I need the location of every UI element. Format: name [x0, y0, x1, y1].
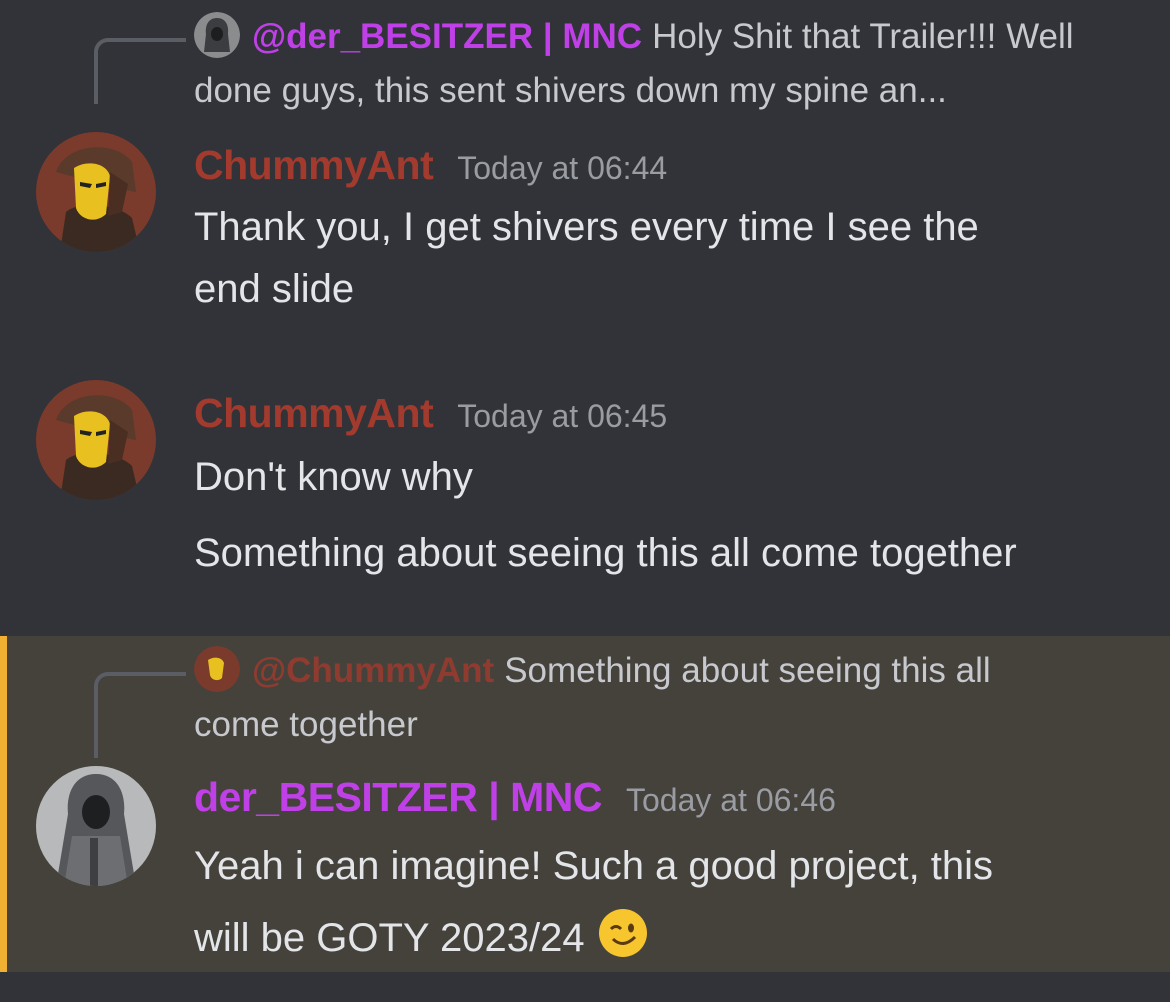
- masked-figure-avatar-icon: [36, 132, 156, 252]
- reply-preview[interactable]: @ChummyAnt Something about seeing this al…: [194, 644, 1130, 752]
- message-line: Thank you, I get shivers every time I se…: [194, 205, 979, 249]
- reply-connector: [94, 672, 186, 758]
- masked-figure-avatar-icon: [36, 380, 156, 500]
- message-header: der_BESITZER | MNC Today at 06:46: [194, 774, 836, 821]
- avatar[interactable]: [36, 380, 156, 500]
- message-line: end slide: [194, 267, 355, 311]
- masked-figure-avatar-icon: [194, 646, 240, 692]
- message-1[interactable]: @der_BESITZER | MNC Holy Shit that Traile…: [0, 0, 1170, 330]
- reply-mention[interactable]: @der_BESITZER | MNC: [252, 17, 642, 56]
- reply-mention[interactable]: @ChummyAnt: [252, 651, 494, 690]
- timestamp[interactable]: Today at 06:45: [457, 398, 667, 434]
- message-content: Thank you, I get shivers every time I se…: [194, 196, 979, 320]
- winking-face-emoji[interactable]: [597, 907, 649, 959]
- hooded-figure-avatar-icon: [36, 766, 156, 886]
- timestamp[interactable]: Today at 06:46: [626, 782, 836, 818]
- author-name[interactable]: der_BESITZER | MNC: [194, 774, 602, 820]
- message-content: Something about seeing this all come tog…: [194, 522, 1017, 584]
- message-line: Yeah i can imagine! Such a good project,…: [194, 844, 994, 888]
- reply-preview[interactable]: @der_BESITZER | MNC Holy Shit that Traile…: [194, 10, 1130, 118]
- message-line: Don't know why: [194, 455, 473, 499]
- message-line: will be GOTY 2023/24: [194, 916, 585, 960]
- avatar[interactable]: [36, 132, 156, 252]
- reply-quote-text[interactable]: Something about seeing this all: [504, 651, 990, 690]
- message-line: Something about seeing this all come tog…: [194, 531, 1017, 575]
- reply-quote-text[interactable]: come together: [194, 705, 418, 744]
- message-content: Don't know why: [194, 446, 473, 508]
- hooded-figure-avatar-icon: [194, 12, 240, 58]
- author-name[interactable]: ChummyAnt: [194, 142, 434, 188]
- message-header: ChummyAnt Today at 06:44: [194, 142, 667, 189]
- message-3[interactable]: @ChummyAnt Something about seeing this al…: [0, 636, 1170, 972]
- message-header: ChummyAnt Today at 06:45: [194, 390, 667, 437]
- timestamp[interactable]: Today at 06:44: [457, 150, 667, 186]
- reply-connector: [94, 38, 186, 104]
- author-name[interactable]: ChummyAnt: [194, 390, 434, 436]
- avatar[interactable]: [36, 766, 156, 886]
- message-content: Yeah i can imagine! Such a good project,…: [194, 830, 993, 974]
- message-line-with-emoji: will be GOTY 2023/24: [194, 902, 993, 974]
- message-2[interactable]: ChummyAnt Today at 06:45 Don't know why S…: [0, 370, 1170, 610]
